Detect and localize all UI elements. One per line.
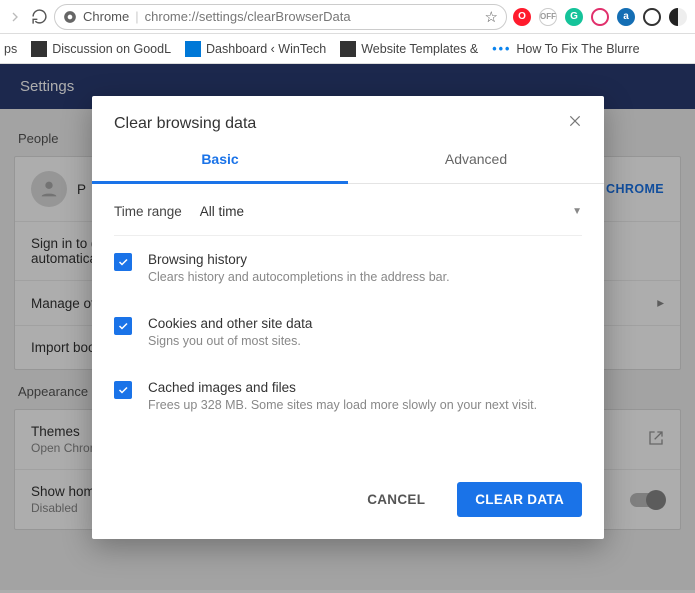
tab-basic[interactable]: Basic xyxy=(92,139,348,184)
bookmark-star-icon[interactable]: ☆ xyxy=(485,8,498,26)
bookmarks-bar: ps Discussion on GoodL Dashboard ‹ WinTe… xyxy=(0,34,695,64)
bookmark-item[interactable]: Website Templates & xyxy=(340,41,478,57)
browser-toolbar: Chrome | chrome://settings/clearBrowserD… xyxy=(0,0,695,34)
time-range-label: Time range xyxy=(114,204,182,219)
bookmark-item[interactable]: Discussion on GoodL xyxy=(31,41,171,57)
option-browsing-history[interactable]: Browsing history Clears history and auto… xyxy=(114,236,582,300)
reload-button[interactable] xyxy=(30,8,48,26)
checkbox-cookies[interactable] xyxy=(114,317,132,335)
dropdown-icon: ▼ xyxy=(572,206,582,217)
time-range-value: All time xyxy=(200,204,244,219)
clear-browsing-data-dialog: Clear browsing data Basic Advanced Time … xyxy=(92,96,604,539)
cancel-button[interactable]: CANCEL xyxy=(349,482,443,517)
chrome-icon xyxy=(63,10,77,24)
extension-grammarly-icon[interactable]: G xyxy=(565,8,583,26)
forward-button[interactable] xyxy=(6,8,24,26)
extension-opera-icon[interactable]: O xyxy=(513,8,531,26)
extensions-row: O OFF G a xyxy=(513,8,689,26)
option-cookies[interactable]: Cookies and other site data Signs you ou… xyxy=(114,300,582,364)
bookmark-item[interactable]: •••How To Fix The Blurre xyxy=(492,42,639,56)
checkbox-browsing-history[interactable] xyxy=(114,253,132,271)
tab-advanced[interactable]: Advanced xyxy=(348,139,604,183)
extension-amazon-icon[interactable]: a xyxy=(617,8,635,26)
omnibox-url: chrome://settings/clearBrowserData xyxy=(145,9,479,24)
dialog-tabs: Basic Advanced xyxy=(92,139,604,184)
bookmark-item[interactable]: Dashboard ‹ WinTech xyxy=(185,41,326,57)
bookmark-item[interactable]: ps xyxy=(4,42,17,56)
address-bar[interactable]: Chrome | chrome://settings/clearBrowserD… xyxy=(54,4,507,30)
dots-icon: ••• xyxy=(492,42,511,56)
checkbox-cache[interactable] xyxy=(114,381,132,399)
extension-half-icon[interactable] xyxy=(669,8,687,26)
close-icon[interactable] xyxy=(568,114,582,133)
extension-instagram-icon[interactable] xyxy=(591,8,609,26)
extension-off-icon[interactable]: OFF xyxy=(539,8,557,26)
omnibox-origin: Chrome xyxy=(83,9,129,24)
dialog-title: Clear browsing data xyxy=(114,115,256,133)
option-cache[interactable]: Cached images and files Frees up 328 MB.… xyxy=(114,364,582,428)
time-range-select[interactable]: All time ▼ xyxy=(200,204,582,219)
clear-data-button[interactable]: CLEAR DATA xyxy=(457,482,582,517)
extension-circle-icon[interactable] xyxy=(643,8,661,26)
